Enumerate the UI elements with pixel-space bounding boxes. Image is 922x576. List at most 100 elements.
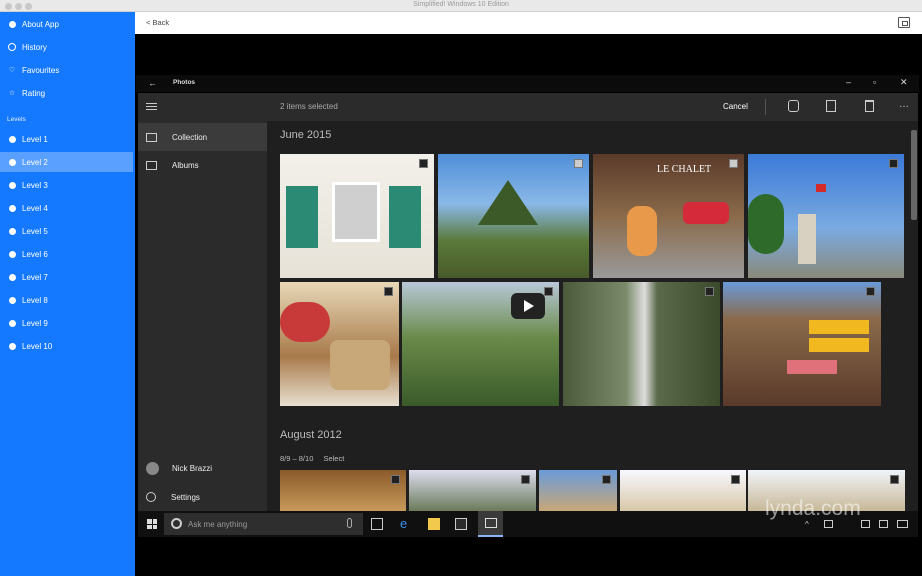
top-nav-bar: < Back xyxy=(135,12,922,34)
selection-checkbox[interactable] xyxy=(544,287,553,296)
section-title-august-2012: August 2012 xyxy=(280,429,342,441)
selection-checkbox[interactable] xyxy=(705,287,714,296)
cortana-search-box[interactable]: Ask me anything xyxy=(164,513,363,535)
photos-collection-view: 2 items selected Cancel … June 2015 LE C… xyxy=(267,93,918,511)
level-icon xyxy=(8,273,16,281)
sidebar-item-level-7[interactable]: Level 7 xyxy=(0,267,135,287)
photo-green-valley-video[interactable] xyxy=(402,282,559,406)
photo-august-1[interactable] xyxy=(280,470,406,511)
more-options-icon[interactable]: … xyxy=(899,99,909,110)
chevron-up-icon[interactable]: ^ xyxy=(805,520,813,529)
sidebar-item-favourites[interactable]: ♡ Favourites xyxy=(0,60,135,80)
level-icon xyxy=(8,204,16,212)
selection-checkbox[interactable] xyxy=(866,287,875,296)
level-icon xyxy=(8,227,16,235)
close-icon[interactable]: ✕ xyxy=(900,77,908,88)
user-name: Nick Brazzi xyxy=(172,463,213,473)
photo-castle-flag[interactable] xyxy=(748,154,904,278)
cancel-button[interactable]: Cancel xyxy=(723,102,748,111)
selection-checkbox[interactable] xyxy=(731,475,740,484)
back-button[interactable]: < Back xyxy=(146,18,169,27)
scrollbar[interactable] xyxy=(911,130,917,220)
date-range: 8/9 – 8/10 Select xyxy=(280,454,344,463)
fullscreen-icon[interactable] xyxy=(898,17,910,28)
level-icon xyxy=(8,181,16,189)
avatar xyxy=(146,461,159,475)
sidebar-item-level-1[interactable]: Level 1 xyxy=(0,129,135,149)
share-icon[interactable] xyxy=(788,100,799,112)
level-icon xyxy=(8,319,16,327)
photo-le-chalet-cat[interactable]: LE CHALET xyxy=(593,154,744,278)
photo-window-shutters[interactable] xyxy=(280,154,434,278)
photos-nav-pane: Collection Albums Nick Brazzi Settings xyxy=(138,93,267,511)
user-account[interactable]: Nick Brazzi xyxy=(138,454,267,482)
chalet-sign: LE CHALET xyxy=(657,164,712,175)
section-title-june-2015: June 2015 xyxy=(280,129,332,141)
selection-checkbox[interactable] xyxy=(521,475,530,484)
photo-signposts-house[interactable] xyxy=(723,282,881,406)
play-icon[interactable] xyxy=(511,293,545,319)
hamburger-icon[interactable] xyxy=(146,102,157,111)
selection-status: 2 items selected xyxy=(280,102,338,111)
sidebar-item-level-8[interactable]: Level 8 xyxy=(0,290,135,310)
sidebar-item-level-5[interactable]: Level 5 xyxy=(0,221,135,241)
info-icon xyxy=(8,20,16,28)
level-icon xyxy=(8,250,16,258)
selection-checkbox[interactable] xyxy=(890,475,899,484)
photo-august-3[interactable] xyxy=(539,470,617,511)
level-label: Level 6 xyxy=(22,249,48,259)
file-explorer-icon[interactable] xyxy=(428,518,440,530)
nav-albums[interactable]: Albums xyxy=(138,151,267,179)
windows-start-icon[interactable] xyxy=(147,519,157,529)
sidebar-item-rating[interactable]: ☆ Rating xyxy=(0,83,135,103)
keyboard-icon[interactable] xyxy=(897,520,908,528)
lynda-watermark: lynda.com xyxy=(765,497,861,520)
sidebar-item-level-2[interactable]: Level 2 xyxy=(0,152,133,172)
photos-app-title: Photos xyxy=(173,79,196,86)
edge-icon[interactable]: e xyxy=(400,516,412,531)
sidebar-item-level-10[interactable]: Level 10 xyxy=(0,336,135,356)
task-view-icon[interactable] xyxy=(371,518,383,530)
photo-mountain-village[interactable] xyxy=(438,154,589,278)
sidebar-item-label: Rating xyxy=(22,88,46,98)
photos-taskbar-button[interactable] xyxy=(478,511,503,537)
selection-checkbox[interactable] xyxy=(889,159,898,168)
photos-icon xyxy=(485,518,497,528)
selection-checkbox[interactable] xyxy=(419,159,428,168)
sidebar-item-level-3[interactable]: Level 3 xyxy=(0,175,135,195)
delete-icon[interactable] xyxy=(865,100,874,112)
back-arrow-icon[interactable]: ← xyxy=(148,78,157,88)
sidebar-item-level-4[interactable]: Level 4 xyxy=(0,198,135,218)
clock-icon xyxy=(8,43,16,51)
photo-august-4[interactable] xyxy=(620,470,746,511)
sidebar-item-about[interactable]: About App xyxy=(0,14,135,34)
level-label: Level 7 xyxy=(22,272,48,282)
selection-checkbox[interactable] xyxy=(602,475,611,484)
level-icon xyxy=(8,296,16,304)
selection-checkbox[interactable] xyxy=(574,159,583,168)
selection-checkbox[interactable] xyxy=(384,287,393,296)
minimize-icon[interactable]: – xyxy=(846,77,851,87)
photo-bread-bowls[interactable] xyxy=(280,282,399,406)
sidebar-item-history[interactable]: History xyxy=(0,37,135,57)
select-link[interactable]: Select xyxy=(323,454,344,463)
maximize-icon[interactable]: ▫ xyxy=(873,77,876,87)
photo-waterfall[interactable] xyxy=(563,282,720,406)
sidebar-item-label: About App xyxy=(22,19,59,29)
level-label: Level 2 xyxy=(22,157,48,167)
copy-icon[interactable] xyxy=(826,100,836,112)
sidebar-item-level-9[interactable]: Level 9 xyxy=(0,313,135,333)
sidebar-item-level-6[interactable]: Level 6 xyxy=(0,244,135,264)
selection-checkbox[interactable] xyxy=(391,475,400,484)
nav-collection[interactable]: Collection xyxy=(138,123,267,151)
store-icon[interactable] xyxy=(455,518,467,530)
photo-august-2[interactable] xyxy=(409,470,536,511)
search-placeholder: Ask me anything xyxy=(188,520,248,529)
nav-settings[interactable]: Settings xyxy=(138,483,267,511)
notification-icon[interactable] xyxy=(879,520,888,528)
microphone-icon[interactable] xyxy=(347,518,352,528)
selection-checkbox[interactable] xyxy=(729,159,738,168)
network-icon[interactable] xyxy=(824,520,833,528)
divider xyxy=(765,99,766,115)
volume-icon[interactable] xyxy=(861,520,870,528)
